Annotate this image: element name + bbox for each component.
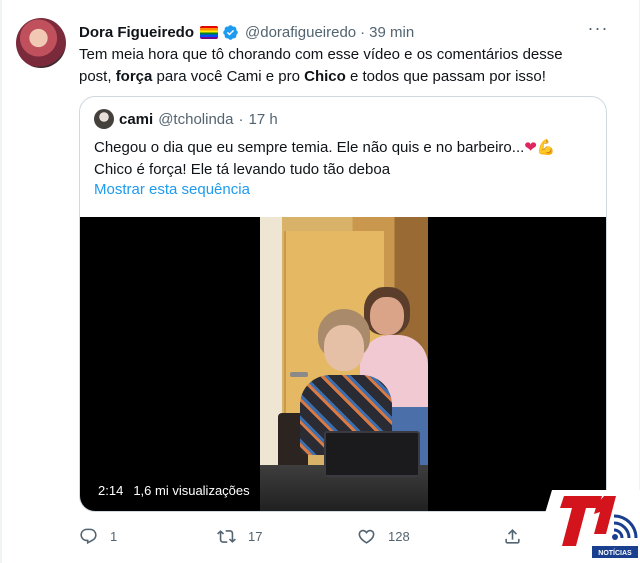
tweet-text-part: e todos que passam por isso!	[345, 68, 546, 85]
show-thread-link[interactable]: Mostrar esta sequência	[94, 181, 250, 198]
video-frame	[260, 217, 428, 511]
author-handle[interactable]: @dorafigueiredo	[245, 24, 356, 41]
tweet-actions: 1 17 128	[79, 526, 529, 546]
author-avatar[interactable]	[16, 18, 66, 68]
flexed-biceps-emoji-icon: 💪	[536, 139, 556, 156]
quote-time: 17 h	[248, 110, 278, 128]
reply-icon	[80, 528, 97, 544]
retweet-button[interactable]: 17	[217, 526, 262, 546]
reply-button[interactable]: 1	[79, 526, 117, 546]
tweet-text: Tem meia hora que tô chorando com esse v…	[79, 44, 599, 88]
rainbow-flag-icon	[200, 25, 219, 39]
heart-emoji-icon: ❤	[524, 139, 537, 156]
retweet-count: 17	[248, 528, 263, 544]
like-button[interactable]: 128	[357, 526, 410, 546]
video-player[interactable]: 2:14 1,6 mi visualizações	[80, 217, 606, 511]
quote-author-avatar	[94, 109, 114, 129]
video-woman-face	[370, 297, 404, 335]
left-border	[0, 0, 2, 563]
reply-count: 1	[110, 528, 118, 544]
verified-badge-icon	[223, 24, 238, 40]
more-options-icon[interactable]: ···	[587, 19, 609, 40]
quote-author-handle: @tcholinda	[158, 110, 234, 128]
tweet-time[interactable]: 39 min	[369, 24, 414, 41]
tweet-text-bold: Chico	[304, 68, 346, 85]
author-name[interactable]: Dora Figueiredo	[79, 24, 194, 41]
heart-icon	[358, 529, 375, 544]
quote-line-1: Chegou o dia que eu sempre temia. Ele nã…	[94, 139, 525, 156]
like-count: 128	[388, 528, 410, 544]
logo-subtext: NOTÍCIAS	[598, 548, 632, 557]
video-child-face	[324, 325, 364, 371]
video-meta: 2:14 1,6 mi visualizações	[98, 483, 260, 498]
video-door-handle	[290, 372, 308, 377]
quoted-tweet[interactable]: cami @tcholinda · 17 h Chegou o dia que …	[79, 96, 607, 512]
tweet-text-bold: força	[115, 68, 153, 85]
video-duration: 2:14	[98, 483, 124, 498]
tweet-text-part: para você Cami e pro	[152, 68, 305, 85]
quote-text: Chegou o dia que eu sempre temia. Ele nã…	[94, 137, 594, 181]
quote-line-2: Chico é força! Ele tá levando tudo tão d…	[94, 161, 391, 178]
retweet-icon	[217, 529, 236, 543]
separator-dot: ·	[360, 23, 366, 41]
tweet-header: Dora Figueiredo @dorafigueiredo · 39 min	[79, 22, 414, 42]
share-icon	[505, 528, 520, 544]
video-laptop	[324, 431, 420, 477]
t1-noticias-logo: NOTÍCIAS	[530, 490, 640, 563]
quote-separator-dot: ·	[238, 110, 244, 128]
video-views: 1,6 mi visualizações	[133, 483, 250, 498]
quote-author-name: cami	[119, 110, 154, 128]
quote-header: cami @tcholinda · 17 h	[94, 109, 278, 129]
